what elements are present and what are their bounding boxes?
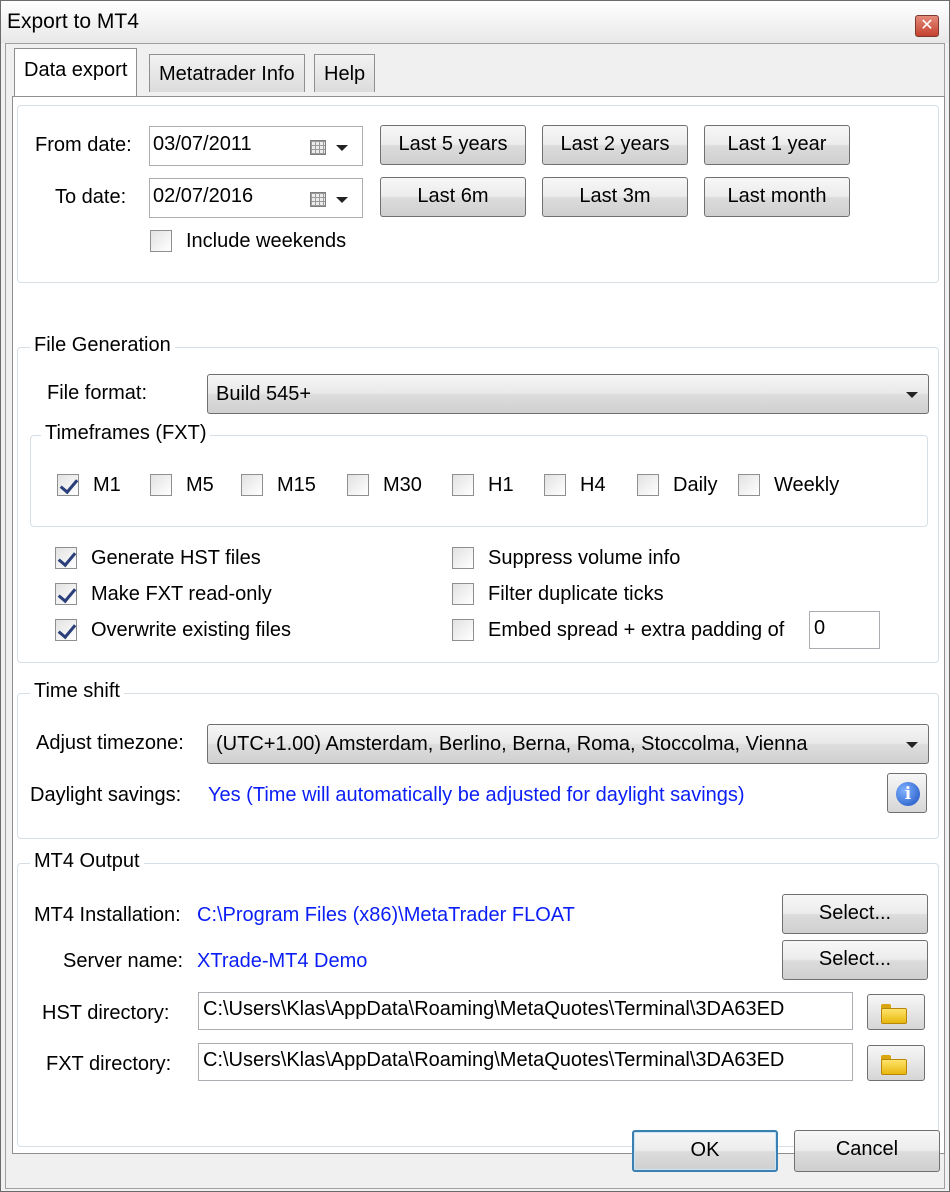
chevron-down-icon[interactable]: [906, 742, 918, 748]
export-dialog: Export to MT4 ✕ Data export Metatrader I…: [0, 0, 950, 1192]
include-weekends-checkbox[interactable]: [150, 230, 172, 252]
cancel-button[interactable]: Cancel: [794, 1130, 940, 1172]
server-name-label: Server name:: [63, 950, 184, 972]
embed-spread-label[interactable]: Embed spread + extra padding of: [488, 619, 784, 642]
filter-duplicates-checkbox[interactable]: [452, 583, 474, 605]
hst-directory-label: HST directory:: [42, 1002, 170, 1024]
file-generation-group: File Generation File format: Build 545+ …: [17, 334, 939, 663]
timeframe-h1-checkbox[interactable]: [452, 474, 474, 496]
timeframe-daily-checkbox[interactable]: [637, 474, 659, 496]
folder-icon: [881, 1004, 907, 1024]
file-format-select[interactable]: Build 545+: [207, 374, 929, 414]
filter-duplicates-label[interactable]: Filter duplicate ticks: [488, 583, 664, 606]
overwrite-files-checkbox[interactable]: [55, 619, 77, 641]
ok-button[interactable]: OK: [632, 1130, 778, 1172]
daylight-info-button[interactable]: i: [887, 773, 927, 813]
select-server-button[interactable]: Select...: [782, 940, 928, 980]
mt4-output-legend: MT4 Output: [30, 850, 144, 873]
chevron-down-icon[interactable]: [906, 392, 918, 398]
timeframes-group: Timeframes (FXT) M1 M5 M15 M30 H1 H4 Dai…: [30, 422, 928, 527]
browse-fxt-button[interactable]: [867, 1045, 925, 1081]
data-export-panel: From date: 03/07/2011 To date: 02/07/201…: [12, 96, 945, 1154]
last-5-years-button[interactable]: Last 5 years: [380, 125, 526, 165]
mt4-installation-value: C:\Program Files (x86)\MetaTrader FLOAT: [197, 904, 575, 926]
window-title: Export to MT4: [7, 10, 139, 33]
timeframe-m15-label[interactable]: M15: [277, 474, 316, 497]
timeframe-m30-label[interactable]: M30: [383, 474, 422, 497]
file-generation-legend: File Generation: [30, 334, 175, 357]
timeframe-m1-checkbox[interactable]: [57, 474, 79, 496]
timeframe-m5-label[interactable]: M5: [186, 474, 214, 497]
hst-directory-input[interactable]: C:\Users\Klas\AppData\Roaming\MetaQuotes…: [198, 992, 853, 1030]
timeframe-m15-checkbox[interactable]: [241, 474, 263, 496]
folder-icon: [881, 1055, 907, 1075]
suppress-volume-checkbox[interactable]: [452, 547, 474, 569]
daylight-savings-label: Daylight savings:: [30, 784, 182, 806]
generate-hst-checkbox[interactable]: [55, 547, 77, 569]
embed-spread-checkbox[interactable]: [452, 619, 474, 641]
date-range-group: From date: 03/07/2011 To date: 02/07/201…: [17, 105, 939, 283]
calendar-icon[interactable]: [310, 140, 326, 155]
file-format-value: Build 545+: [216, 383, 312, 405]
tab-metatrader-info[interactable]: Metatrader Info: [149, 54, 305, 92]
to-date-label: To date:: [55, 186, 127, 208]
mt4-installation-label: MT4 Installation:: [34, 904, 181, 926]
mt4-output-group: MT4 Output MT4 Installation: C:\Program …: [17, 850, 939, 1147]
from-date-value: 03/07/2011: [153, 133, 252, 155]
last-1-year-button[interactable]: Last 1 year: [704, 125, 850, 165]
last-6m-button[interactable]: Last 6m: [380, 177, 526, 217]
time-shift-group: Time shift Adjust timezone: (UTC+1.00) A…: [17, 680, 939, 839]
last-3m-button[interactable]: Last 3m: [542, 177, 688, 217]
chevron-down-icon[interactable]: [336, 197, 348, 203]
last-month-button[interactable]: Last month: [704, 177, 850, 217]
server-name-value: XTrade-MT4 Demo: [197, 950, 368, 972]
make-fxt-readonly-checkbox[interactable]: [55, 583, 77, 605]
generate-hst-label[interactable]: Generate HST files: [91, 547, 261, 570]
timeframe-h4-label[interactable]: H4: [580, 474, 606, 497]
timeframe-m5-checkbox[interactable]: [150, 474, 172, 496]
fxt-directory-label: FXT directory:: [46, 1053, 172, 1075]
make-fxt-readonly-label[interactable]: Make FXT read-only: [91, 583, 272, 606]
fxt-directory-input[interactable]: C:\Users\Klas\AppData\Roaming\MetaQuotes…: [198, 1043, 853, 1081]
timeframe-m1-label[interactable]: M1: [93, 474, 121, 497]
timeframe-h1-label[interactable]: H1: [488, 474, 514, 497]
timeframes-legend: Timeframes (FXT): [41, 422, 211, 445]
padding-input[interactable]: 0: [809, 611, 880, 649]
tab-help[interactable]: Help: [314, 54, 376, 92]
from-date-picker[interactable]: 03/07/2011: [149, 126, 363, 166]
time-shift-legend: Time shift: [30, 680, 124, 703]
tab-data-export[interactable]: Data export: [14, 48, 138, 96]
select-installation-button[interactable]: Select...: [782, 894, 928, 934]
last-2-years-button[interactable]: Last 2 years: [542, 125, 688, 165]
timeframe-weekly-checkbox[interactable]: [738, 474, 760, 496]
adjust-timezone-label: Adjust timezone:: [36, 732, 184, 754]
dialog-client-area: Data export Metatrader Info Help From da…: [5, 43, 945, 1189]
title-bar[interactable]: Export to MT4 ✕: [1, 1, 949, 43]
calendar-icon[interactable]: [310, 192, 326, 207]
from-date-label: From date:: [35, 134, 132, 156]
timeframe-h4-checkbox[interactable]: [544, 474, 566, 496]
daylight-savings-value: Yes (Time will automatically be adjusted…: [208, 784, 745, 806]
timeframe-m30-checkbox[interactable]: [347, 474, 369, 496]
overwrite-files-label[interactable]: Overwrite existing files: [91, 619, 291, 642]
browse-hst-button[interactable]: [867, 994, 925, 1030]
info-icon: i: [896, 782, 920, 806]
timezone-select[interactable]: (UTC+1.00) Amsterdam, Berlino, Berna, Ro…: [207, 724, 929, 764]
suppress-volume-label[interactable]: Suppress volume info: [488, 547, 680, 570]
timeframe-weekly-label[interactable]: Weekly: [774, 474, 839, 497]
include-weekends-label[interactable]: Include weekends: [186, 230, 346, 253]
timezone-value: (UTC+1.00) Amsterdam, Berlino, Berna, Ro…: [216, 733, 808, 755]
chevron-down-icon[interactable]: [336, 145, 348, 151]
to-date-picker[interactable]: 02/07/2016: [149, 178, 363, 218]
timeframe-daily-label[interactable]: Daily: [673, 474, 717, 497]
close-button[interactable]: ✕: [915, 15, 939, 37]
file-format-label: File format:: [47, 382, 148, 404]
to-date-value: 02/07/2016: [153, 185, 254, 207]
